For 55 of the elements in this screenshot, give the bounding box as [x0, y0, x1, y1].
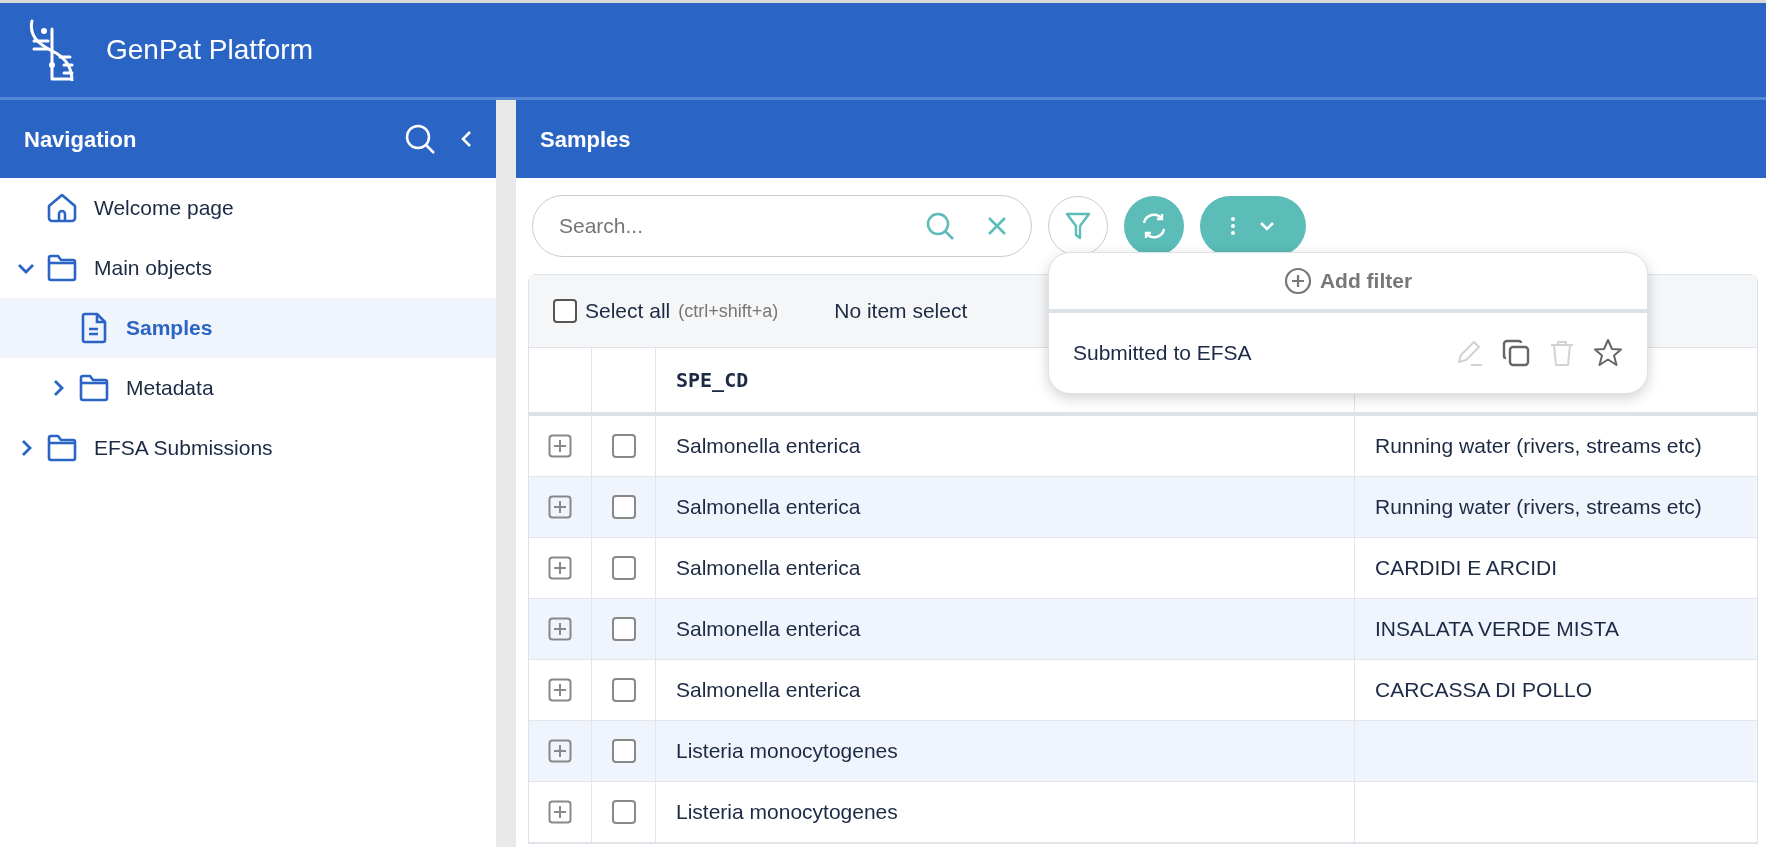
collapse-icon[interactable]	[460, 130, 472, 148]
tree-item[interactable]: Samples	[0, 298, 496, 358]
expand-row-icon[interactable]	[548, 678, 572, 702]
table-cell-text: Running water (rivers, streams etc)	[1375, 494, 1702, 521]
selection-status: No item select	[834, 298, 968, 325]
column-header[interactable]: SPE_CD	[676, 365, 749, 395]
star-icon[interactable]	[1593, 338, 1623, 368]
tree-item[interactable]: Welcome page	[0, 178, 496, 238]
plus-circle-icon	[1283, 267, 1312, 295]
folder-icon	[46, 432, 78, 464]
shortcut-hint: (ctrl+shift+a)	[678, 299, 779, 323]
row-checkbox[interactable]	[611, 434, 636, 458]
expand-row-icon[interactable]	[548, 495, 572, 519]
row-checkbox[interactable]	[611, 678, 636, 702]
search-field[interactable]: Search...	[557, 209, 909, 243]
table-cell-text: Running water (rivers, streams etc)	[1375, 433, 1702, 460]
table-cell-text: Salmonella enterica	[676, 616, 861, 643]
table-cell-text: Listeria monocytogenes	[676, 738, 898, 765]
search-icon[interactable]	[404, 123, 436, 155]
tree-item[interactable]: Main objects	[0, 238, 496, 298]
app-title: GenPat Platform	[106, 33, 313, 67]
table-cell-text: INSALATA VERDE MISTA	[1375, 616, 1619, 643]
row-checkbox[interactable]	[611, 800, 636, 824]
row-checkbox[interactable]	[611, 556, 636, 580]
copy-icon[interactable]	[1501, 338, 1531, 368]
filter-icon	[1065, 212, 1091, 240]
home-icon	[46, 192, 78, 224]
page-title: Samples	[540, 125, 631, 154]
expand-row-icon[interactable]	[548, 617, 572, 641]
filter-name[interactable]: Submitted to EFSA	[1073, 337, 1439, 369]
table-cell-text: Salmonella enterica	[676, 494, 861, 521]
expand-row-icon[interactable]	[548, 434, 572, 458]
add-filter-button[interactable]: Add filter	[1049, 253, 1647, 313]
caret-icon	[1259, 221, 1275, 231]
expand-row-icon[interactable]	[548, 800, 572, 824]
table-cell-text: Listeria monocytogenes	[676, 799, 898, 826]
navigation-title: Navigation	[24, 125, 138, 154]
clear-icon[interactable]	[987, 216, 1007, 236]
row-checkbox[interactable]	[611, 617, 636, 641]
table-cell-text: CARDIDI E ARCIDI	[1375, 555, 1558, 582]
row-checkbox[interactable]	[611, 495, 636, 519]
table-cell-text: Salmonella enterica	[676, 555, 861, 582]
expand-row-icon[interactable]	[548, 556, 572, 580]
tree-item[interactable]: Metadata	[0, 358, 496, 418]
row-checkbox[interactable]	[611, 739, 636, 763]
table-cell-text: CARCASSA DI POLLO	[1375, 677, 1593, 704]
table-cell-text: Salmonella enterica	[676, 433, 861, 460]
folder-icon	[46, 252, 78, 284]
kebab-icon	[1231, 217, 1235, 235]
table-cell-text: Salmonella enterica	[676, 677, 861, 704]
folder-icon	[78, 372, 110, 404]
select-all-label: Select all	[585, 298, 671, 325]
select-all-checkbox[interactable]	[553, 299, 577, 323]
tree-item[interactable]: EFSA Submissions	[0, 418, 496, 478]
expand-row-icon[interactable]	[548, 739, 572, 763]
